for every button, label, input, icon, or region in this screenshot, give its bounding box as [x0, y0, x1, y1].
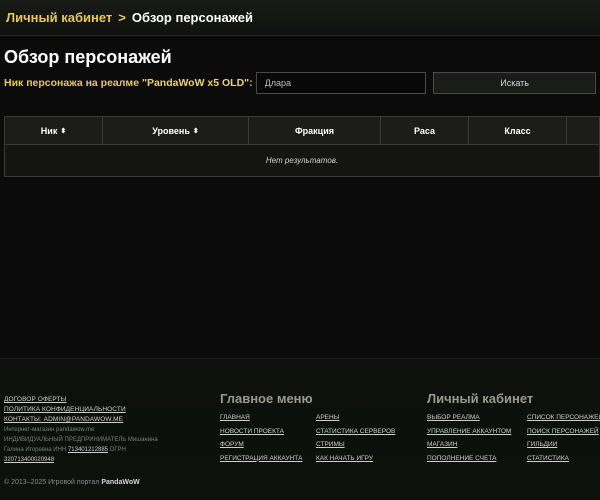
main-menu-links: ГЛАВНАЯ НОВОСТИ ПРОЕКТА ФОРУМ РЕГИСТРАЦИ… — [220, 411, 395, 465]
column-header-nick[interactable]: Ник ⬍ — [5, 117, 103, 144]
sort-icon: ⬍ — [60, 127, 67, 135]
footer-link-top-up[interactable]: ПОПОЛНЕНИЕ СЧЕТА — [427, 452, 527, 466]
search-label: Ник персонажа на реалме "PandaWoW x5 OLD… — [4, 77, 253, 89]
cabinet-menu-column-a: ВЫБОР РЕАЛМА УПРАВЛЕНИЕ АККАУНТОМ МАГАЗИ… — [427, 411, 527, 465]
page-title: Обзор персонажей — [4, 47, 172, 67]
column-header-label: Фракция — [294, 125, 334, 136]
legal-inn-prefix: Галина Игоревна ИНН — [4, 447, 68, 453]
footer-link-home[interactable]: ГЛАВНАЯ — [220, 411, 316, 425]
table-header: Ник ⬍ Уровень ⬍ Фракция Раса Класс — [5, 117, 599, 145]
sort-icon: ⬍ — [192, 127, 199, 135]
main-menu-column-a: ГЛАВНАЯ НОВОСТИ ПРОЕКТА ФОРУМ РЕГИСТРАЦИ… — [220, 411, 316, 465]
character-search-form: Ник персонажа на реалме "PandaWoW x5 OLD… — [4, 72, 596, 94]
footer-link-account-manage[interactable]: УПРАВЛЕНИЕ АККАУНТОМ — [427, 425, 527, 439]
footer: ДОГОВОР ОФЕРТЫ ПОЛИТИКА КОНФИДЕНЦИАЛЬНОС… — [0, 358, 600, 500]
copyright: © 2013–2025 Игровой портал PandaWoW — [4, 479, 140, 486]
footer-link-statistics[interactable]: СТАТИСТИКА — [527, 452, 600, 466]
cabinet-menu-title: Личный кабинет — [427, 391, 534, 406]
footer-link-news[interactable]: НОВОСТИ ПРОЕКТА — [220, 425, 316, 439]
legal-inn-text: Галина Игоревна ИНН 713401212885 ОГРН — [4, 445, 204, 455]
column-header-race: Раса — [381, 117, 469, 144]
column-header-label: Ник — [40, 125, 58, 136]
footer-link-character-list[interactable]: СПИСОК ПЕРСОНАЖЕЙ — [527, 411, 600, 425]
main-menu-column-b: АРЕНЫ СТАТИСТИКА СЕРВЕРОВ СТРИМЫ КАК НАЧ… — [316, 411, 395, 465]
footer-link-arenas[interactable]: АРЕНЫ — [316, 411, 395, 425]
copyright-text: © 2013–2025 Игровой портал — [4, 479, 102, 486]
column-header-label: Раса — [413, 125, 435, 136]
legal-ogrn-text: 320713400020948 — [4, 455, 204, 465]
footer-link-streams[interactable]: СТРИМЫ — [316, 438, 395, 452]
search-realm-name: "PandaWoW x5 OLD" — [141, 77, 250, 89]
column-header-label: Уровень — [152, 125, 190, 136]
privacy-policy-link[interactable]: ПОЛИТИКА КОНФИДЕНЦИАЛЬНОСТИ — [4, 405, 204, 415]
search-button[interactable]: Искать — [433, 72, 596, 94]
breadcrumb-separator-icon: > — [118, 10, 126, 25]
empty-results-row: Нет результатов. — [265, 156, 339, 165]
footer-link-character-search[interactable]: ПОИСК ПЕРСОНАЖЕЙ — [527, 425, 600, 439]
column-header-level[interactable]: Уровень ⬍ — [103, 117, 249, 144]
footer-cabinet-menu: Личный кабинет ВЫБОР РЕАЛМА УПРАВЛЕНИЕ А… — [427, 391, 600, 465]
copyright-brand: PandaWoW — [101, 479, 140, 486]
footer-main-menu: Главное меню ГЛАВНАЯ НОВОСТИ ПРОЕКТА ФОР… — [220, 391, 395, 465]
column-header-extra — [567, 117, 599, 144]
footer-link-shop[interactable]: МАГАЗИН — [427, 438, 527, 452]
cabinet-menu-column-b: СПИСОК ПЕРСОНАЖЕЙ ПОИСК ПЕРСОНАЖЕЙ ГИЛЬД… — [527, 411, 600, 465]
cabinet-menu-links: ВЫБОР РЕАЛМА УПРАВЛЕНИЕ АККАУНТОМ МАГАЗИ… — [427, 411, 600, 465]
legal-shop-text: Интернет-магазин pandawow.me — [4, 427, 95, 433]
search-label-suffix: : — [249, 77, 253, 89]
inn-number: 713401212885 — [67, 447, 108, 453]
breadcrumb: Личный кабинет > Обзор персонажей — [0, 0, 600, 36]
footer-link-realm-select[interactable]: ВЫБОР РЕАЛМА — [427, 411, 527, 425]
breadcrumb-current: Обзор персонажей — [131, 10, 254, 25]
column-header-faction: Фракция — [249, 117, 381, 144]
footer-link-register[interactable]: РЕГИСТРАЦИЯ АККАУНТА — [220, 452, 316, 466]
column-header-label: Класс — [504, 125, 531, 136]
page: Личный кабинет > Обзор персонажей Обзор … — [0, 0, 600, 500]
characters-table: Ник ⬍ Уровень ⬍ Фракция Раса Класс Нет р… — [4, 116, 600, 177]
main-content: Обзор персонажей Ник персонажа на реалме… — [0, 36, 600, 358]
offer-link[interactable]: ДОГОВОР ОФЕРТЫ — [4, 395, 204, 405]
legal-entrepreneur-text: ИНДИВИДУАЛЬНЫЙ ПРЕДПРИНИМАТЕЛЬ Мишанина — [4, 437, 158, 443]
breadcrumb-cabinet-link[interactable]: Личный кабинет — [6, 10, 112, 25]
legal-ogrn-label: ОГРН — [108, 447, 126, 453]
footer-legal: ДОГОВОР ОФЕРТЫ ПОЛИТИКА КОНФИДЕНЦИАЛЬНОС… — [4, 395, 204, 465]
ogrn-number: 320713400020948 — [4, 457, 55, 463]
footer-link-server-stats[interactable]: СТАТИСТИКА СЕРВЕРОВ — [316, 425, 395, 439]
search-label-prefix: Ник персонажа на реалме — [4, 77, 142, 89]
footer-link-how-to-start[interactable]: КАК НАЧАТЬ ИГРУ — [316, 452, 395, 466]
footer-link-guilds[interactable]: ГИЛЬДИИ — [527, 438, 600, 452]
character-name-input[interactable] — [255, 72, 427, 94]
contacts-link[interactable]: КОНТАКТЫ: ADMIN@PANDAWOW.ME — [4, 415, 204, 425]
footer-link-forum[interactable]: ФОРУМ — [220, 438, 316, 452]
main-menu-title: Главное меню — [220, 391, 313, 406]
column-header-class: Класс — [469, 117, 567, 144]
